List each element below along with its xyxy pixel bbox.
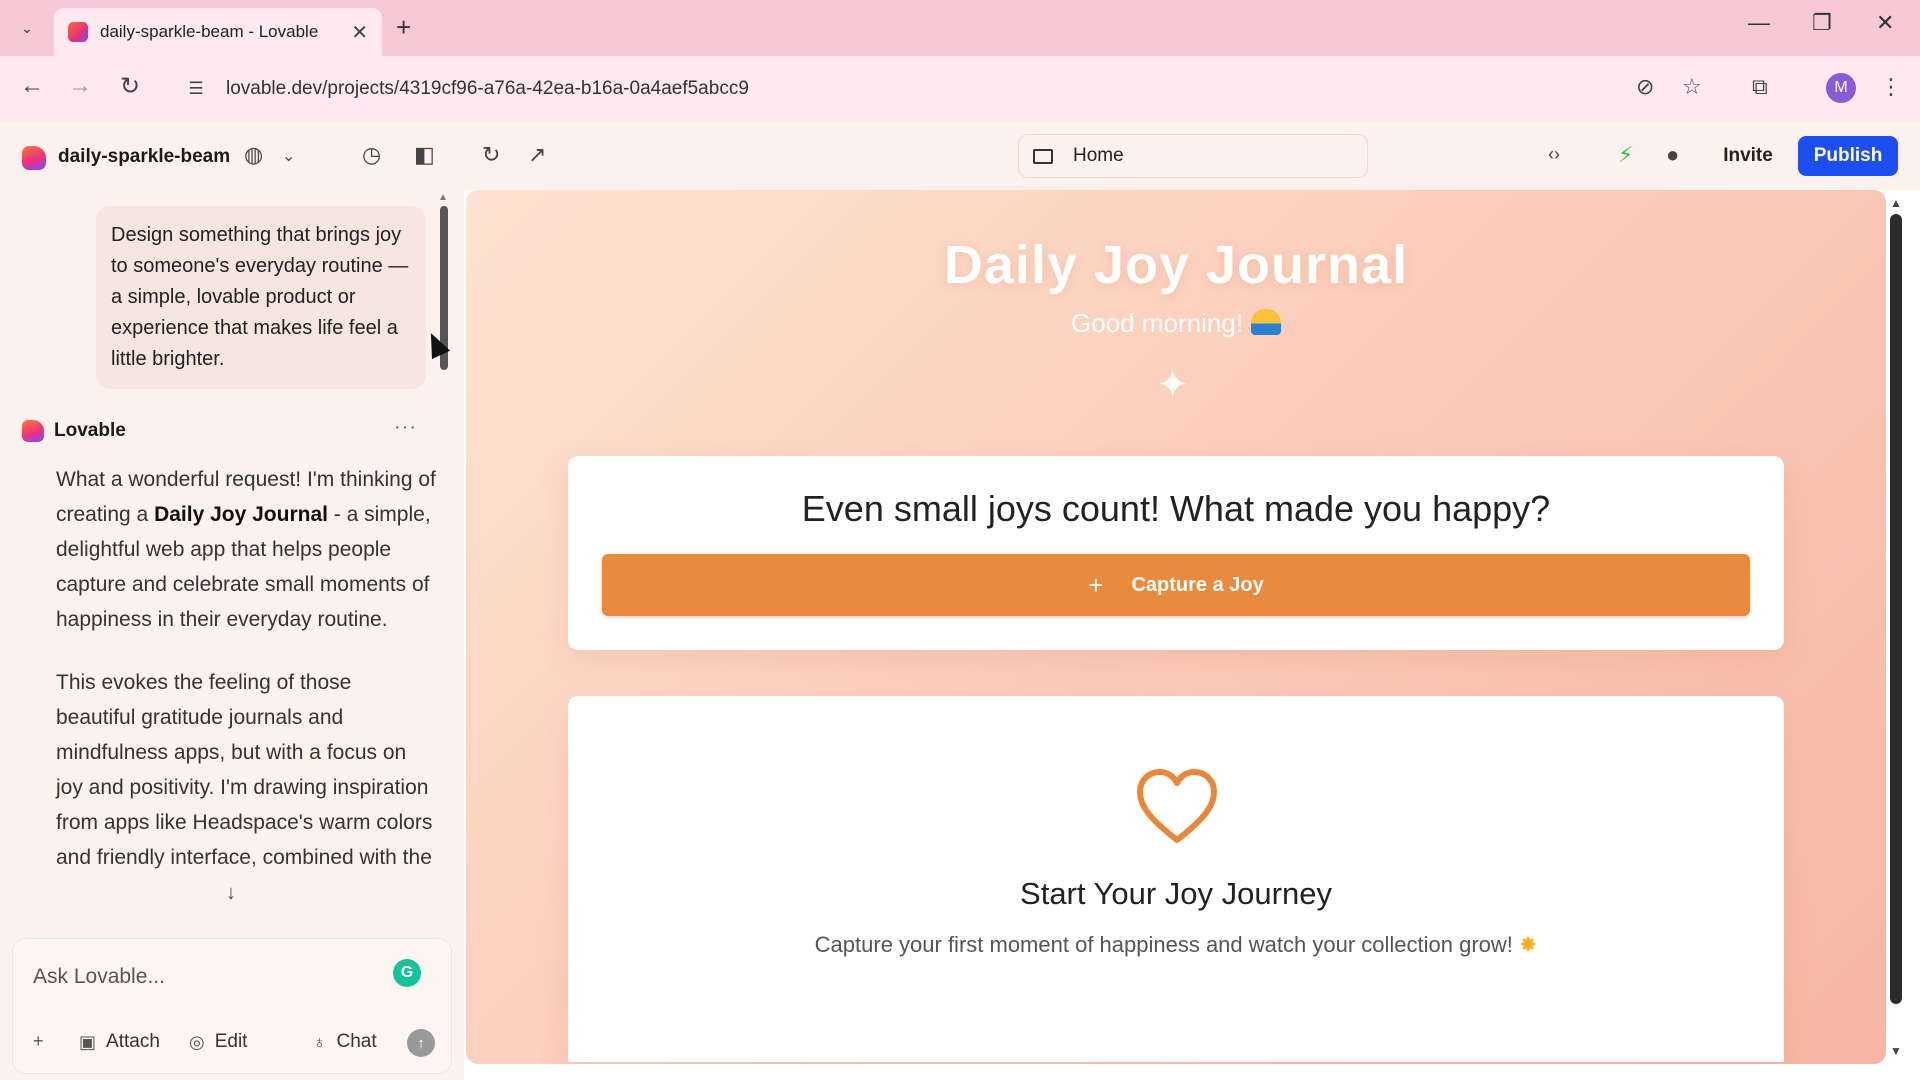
restore-icon[interactable]: ❐ [1812,10,1832,36]
sunrise-emoji-icon [1250,309,1281,335]
assistant-paragraph: This evokes the feeling of those beautif… [56,671,433,869]
sparkle-emoji-icon: ✸ [1518,932,1538,957]
github-icon[interactable]: ● [1666,142,1679,168]
capture-joy-label: Capture a Joy [1131,573,1264,596]
window-close-icon[interactable]: ✕ [1876,10,1894,36]
arrow-up-icon: ↑ [417,1034,425,1052]
preview-scroll-up-icon[interactable]: ▲ [1890,196,1902,210]
plus-icon: + [33,1031,44,1051]
toggle-sidebar-icon[interactable]: ◧ [414,142,435,168]
assistant-message: What a wonderful request! I'm thinking o… [56,462,436,903]
back-icon[interactable]: ← [20,72,44,100]
chat-composer: G + ▣ Attach ◎ Edit ♁ Chat ↑ [12,938,452,1074]
chat-input[interactable] [33,959,373,995]
chat-mode-button[interactable]: ♁ Chat [313,1031,377,1053]
chat-panel: ▲ Design something that brings joy to so… [0,190,464,1080]
app-title: Daily Joy Journal [943,235,1409,295]
assistant-header: Lovable [22,420,126,442]
chevron-down-icon[interactable]: ⌄ [282,146,295,166]
arrow-down-icon: ↓ [226,881,236,904]
scroll-up-arrow-icon[interactable]: ▲ [438,192,448,203]
sparkle-icon: ✦ [1156,363,1190,407]
attach-button[interactable]: ▣ Attach [79,1031,160,1053]
chat-label: Chat [336,1031,377,1052]
edit-label: Edit [214,1031,248,1052]
lovable-favicon-icon [68,22,88,42]
browser-tab[interactable]: daily-sparkle-beam - Lovable ✕ [54,8,382,56]
profile-avatar[interactable]: M [1826,73,1856,103]
capture-prompt-card: Even small joys count! What made you hap… [568,456,1784,650]
grammarly-icon[interactable]: G [393,959,421,987]
lightbulb-icon: ♁ [313,1031,327,1052]
route-selector[interactable]: Home [1018,134,1368,178]
preview-scrollbar[interactable] [1890,214,1902,1004]
attach-label: Attach [106,1031,160,1052]
add-icon[interactable]: + [33,1031,54,1052]
forward-icon[interactable]: → [68,72,92,100]
app-header: daily-sparkle-beam ◍ ⌄ ◷ ◧ ↻ ↗ Home ‹› ⚡… [0,122,1920,190]
greeting-text: Good morning! [1071,308,1243,338]
bookmark-star-icon[interactable]: ☆ [1682,74,1702,100]
image-icon: ▣ [79,1031,97,1052]
greeting: Good morning! [466,308,1886,339]
publish-button[interactable]: Publish [1798,136,1898,176]
user-message: Design something that brings joy to some… [96,206,426,389]
plus-icon: + [1088,569,1104,600]
new-tab-icon[interactable]: + [396,12,411,43]
more-options-icon[interactable]: ··· [394,416,417,439]
history-icon[interactable]: ◷ [362,142,381,168]
tab-title: daily-sparkle-beam - Lovable [100,22,319,41]
reload-icon[interactable]: ↻ [120,72,140,101]
minimize-icon[interactable]: — [1748,10,1770,36]
lightning-icon[interactable]: ⚡ [1618,142,1633,168]
address-bar[interactable]: ☰ lovable.dev/projects/4319cf96-a76a-42e… [176,66,1796,112]
open-external-icon[interactable]: ↗ [528,142,546,168]
monitor-icon [1033,148,1053,164]
assistant-text-bold: Daily Joy Journal [154,503,328,526]
preview-scroll-down-icon[interactable]: ▼ [1890,1044,1902,1058]
target-icon: ◎ [189,1031,205,1052]
project-name[interactable]: daily-sparkle-beam [58,146,230,168]
browser-tab-bar: ⌄ daily-sparkle-beam - Lovable ✕ + — ❐ ✕ [0,0,1920,56]
site-info-icon[interactable]: ☰ [184,79,208,99]
close-tab-icon[interactable]: ✕ [351,20,368,45]
browser-toolbar: ← → ↻ ☰ lovable.dev/projects/4319cf96-a7… [0,56,1920,122]
empty-state-subtitle-text: Capture your first moment of happiness a… [814,932,1513,957]
chevron-down-icon: ⌄ [21,19,33,36]
assistant-paragraph: What a wonderful request! I'm thinking o… [56,462,436,637]
empty-state-title: Start Your Joy Journey [1020,876,1332,911]
browser-menu-icon[interactable]: ⋮ [1880,74,1902,100]
scroll-to-bottom-button[interactable]: ↓ [214,876,248,910]
code-icon[interactable]: ‹› [1548,144,1560,165]
app-preview: Daily Joy Journal Good morning! ✦ Even s… [466,190,1886,1064]
lovable-logo-icon [22,420,44,442]
refresh-preview-icon[interactable]: ↻ [482,142,500,168]
capture-joy-button[interactable]: + Capture a Joy [602,554,1750,616]
empty-state-subtitle: Capture your first moment of happiness a… [568,932,1784,958]
lovable-logo-icon[interactable] [22,146,46,170]
heart-icon [1137,769,1217,843]
assistant-name: Lovable [54,420,126,441]
tab-search-dropdown[interactable]: ⌄ [10,12,44,44]
edit-button[interactable]: ◎ Edit [189,1031,247,1053]
route-label: Home [1073,145,1124,166]
send-button[interactable]: ↑ [407,1029,435,1057]
eye-off-icon[interactable]: ⊘ [1636,74,1654,100]
globe-icon[interactable]: ◍ [244,142,263,168]
invite-button[interactable]: Invite [1706,136,1790,176]
empty-state-card: Start Your Joy Journey Capture your firs… [568,696,1784,1062]
url-text: lovable.dev/projects/4319cf96-a76a-42ea-… [226,78,749,99]
prompt-question: Even small joys count! What made you hap… [801,488,1551,529]
extensions-icon[interactable]: ⧉ [1752,74,1768,100]
